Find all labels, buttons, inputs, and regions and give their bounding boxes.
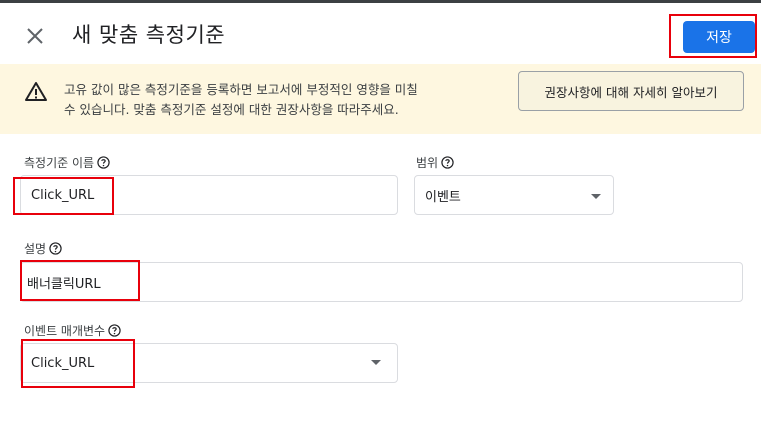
event-param-select[interactable]: Click_URL [20, 343, 398, 383]
learn-more-button[interactable]: 권장사항에 대해 자세히 알아보기 [518, 71, 744, 111]
scope-select[interactable]: 이벤트 [414, 175, 614, 215]
dialog-header: 새 맞춤 측정기준 저장 [0, 3, 761, 63]
event-param-value: Click_URL [31, 355, 95, 371]
dropdown-arrow-icon [371, 360, 381, 365]
help-icon[interactable] [97, 156, 110, 169]
warning-text-line1: 고유 값이 많은 측정기준을 등록하면 보고서에 부정적인 영향을 미칠 [64, 82, 418, 97]
scope-label-text: 범위 [416, 156, 439, 170]
help-icon[interactable] [441, 156, 454, 169]
description-label: 설명 [24, 240, 62, 257]
dimension-name-input[interactable]: Click_URL [20, 175, 398, 215]
help-icon[interactable] [49, 242, 62, 255]
warning-text-line2: 수 있습니다. 맞춤 측정기준 설정에 대한 권장사항을 따라주세요. [64, 102, 399, 117]
description-value: 배너클릭URL [27, 276, 101, 292]
event-param-label: 이벤트 매개변수 [24, 322, 121, 339]
warning-text: 고유 값이 많은 측정기준을 등록하면 보고서에 부정적인 영향을 미칠 수 있… [64, 80, 504, 120]
help-icon[interactable] [108, 324, 121, 337]
dimension-name-label: 측정기준 이름 [24, 154, 110, 171]
event-param-label-text: 이벤트 매개변수 [24, 324, 106, 338]
scope-label: 범위 [416, 154, 454, 171]
warning-banner: 고유 값이 많은 측정기준을 등록하면 보고서에 부정적인 영향을 미칠 수 있… [0, 64, 761, 134]
page-title: 새 맞춤 측정기준 [72, 23, 226, 47]
dropdown-arrow-icon [591, 194, 601, 199]
dimension-name-value: Click_URL [31, 187, 95, 203]
description-label-text: 설명 [24, 242, 47, 256]
save-button[interactable]: 저장 [683, 21, 755, 53]
dimension-name-label-text: 측정기준 이름 [24, 156, 95, 170]
close-icon [27, 28, 43, 44]
description-input[interactable]: 배너클릭URL [20, 262, 743, 302]
scope-value: 이벤트 [425, 189, 461, 205]
close-button[interactable] [22, 23, 48, 49]
warning-icon [25, 82, 47, 101]
